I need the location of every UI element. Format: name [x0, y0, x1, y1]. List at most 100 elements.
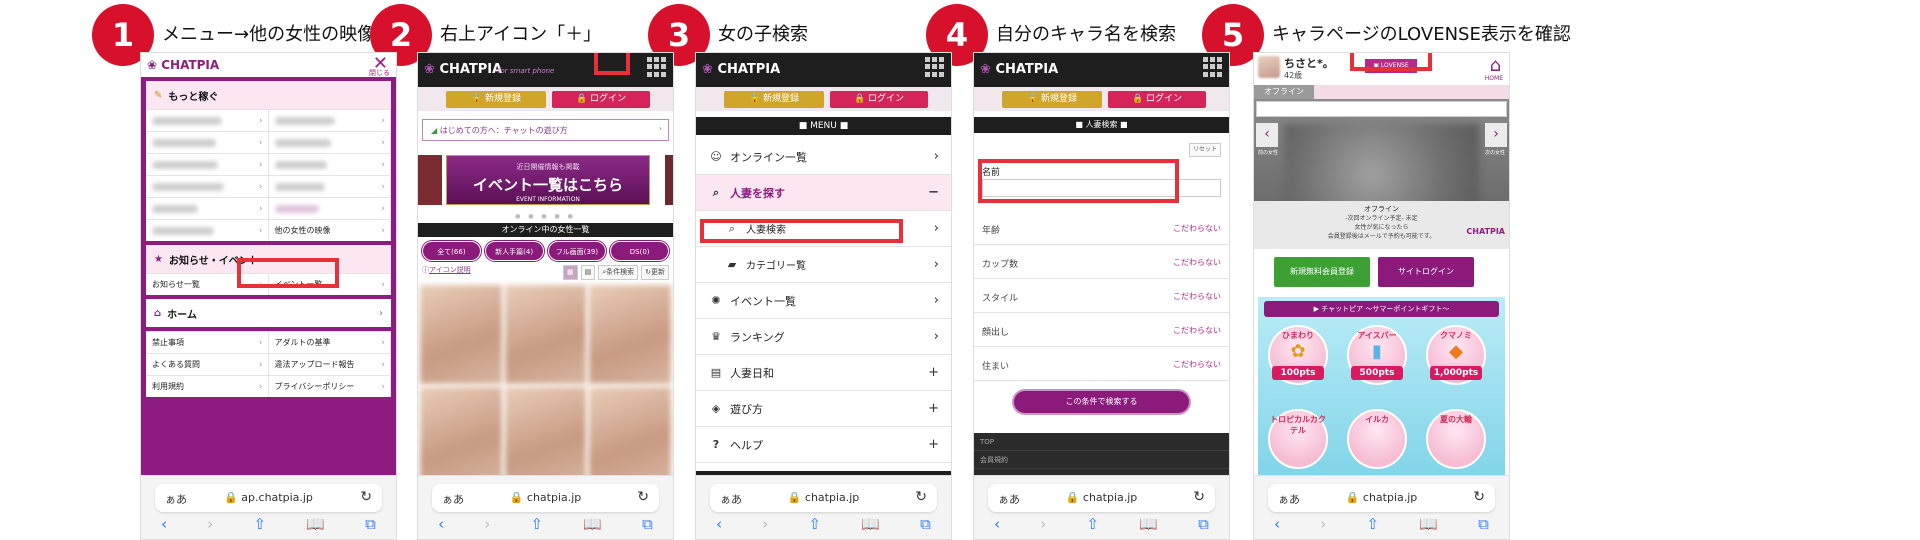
tabs-icon[interactable]: ⧉ [1478, 515, 1489, 535]
filter-style[interactable]: スタイル こだわらない [974, 279, 1229, 313]
chatpia-logo[interactable]: ❀ CHATPIA [424, 62, 502, 77]
menu-link[interactable]: › [146, 131, 269, 153]
tabs-icon[interactable]: ⧉ [920, 515, 931, 535]
chatpia-logo[interactable]: ❀ CHATPIA [980, 62, 1058, 77]
beginner-link[interactable]: ◢ はじめての方へ：チャットの遊び方 › [422, 119, 669, 141]
search-submit-button[interactable]: この条件で検索する [1014, 391, 1189, 413]
next-performer-button[interactable]: › [1485, 123, 1507, 147]
menu-item-category[interactable]: ▰ カテゴリー覧 › [696, 247, 951, 283]
menu-link[interactable]: › [268, 197, 391, 219]
menu-link[interactable]: 利用規約 › [146, 375, 269, 397]
forward-icon[interactable]: › [762, 515, 768, 535]
bookmarks-icon[interactable]: 📖 [1139, 515, 1158, 535]
reload-icon[interactable]: ↻ [915, 489, 927, 505]
menu-link-other-women-video[interactable]: 他の女性の映像 › [268, 219, 391, 241]
menu-link[interactable]: よくある質問 › [146, 353, 269, 375]
carousel-prev-banner[interactable] [418, 155, 442, 205]
login-button[interactable]: 🔒 ログイン [1108, 91, 1206, 108]
bookmarks-icon[interactable]: 📖 [861, 515, 880, 535]
refresh-button[interactable]: ↻更新 [641, 265, 669, 280]
performer-thumbnail[interactable] [420, 285, 502, 384]
share-icon[interactable]: ⇧ [1087, 515, 1100, 535]
address-bar[interactable]: ぁあ 🔒 chatpia.jp ↻ [988, 484, 1215, 512]
menu-item-find-wives[interactable]: ⌕ 人妻を探す − [696, 175, 951, 211]
list-view-icon[interactable]: ▤ [580, 265, 596, 280]
back-icon[interactable]: ‹ [716, 515, 722, 535]
signup-button[interactable]: 新規無料会員登録 [1274, 257, 1370, 287]
share-icon[interactable]: ⇧ [809, 515, 822, 535]
menu-link[interactable]: › [268, 109, 391, 131]
condition-search-button[interactable]: ⌕条件検索 [598, 265, 639, 280]
menu-grid-icon[interactable] [647, 57, 667, 77]
icon-help-link[interactable]: ⓘアイコン説明 [422, 266, 471, 274]
bookmarks-icon[interactable]: 📖 [306, 515, 325, 535]
performer-thumbnail[interactable] [420, 386, 502, 485]
menu-link[interactable]: 違法アップロード報告 › [268, 353, 391, 375]
back-icon[interactable]: ‹ [161, 515, 167, 535]
footer-link[interactable]: TOP [974, 433, 1229, 451]
home-icon[interactable]: ⌂ [1490, 55, 1501, 76]
filter-age[interactable]: 年齢 こだわらない [974, 211, 1229, 245]
menu-link[interactable]: › [268, 175, 391, 197]
menu-grid-icon[interactable] [1203, 57, 1223, 77]
register-button[interactable]: 🔒 新規登録 [1002, 91, 1102, 108]
filter-pill[interactable]: DS(0) [610, 241, 669, 261]
chatpia-logo[interactable]: ❀ CHATPIA [702, 62, 780, 77]
reload-icon[interactable]: ↻ [1193, 489, 1205, 505]
reset-button[interactable]: リセット [1189, 143, 1221, 157]
site-login-button[interactable]: サイトログイン [1378, 257, 1474, 287]
menu-link[interactable]: › [146, 175, 269, 197]
performer-thumbnail[interactable] [589, 386, 671, 485]
share-icon[interactable]: ⇧ [1367, 515, 1380, 535]
forward-icon[interactable]: › [1320, 515, 1326, 535]
menu-item-diary[interactable]: ▤ 人妻日和 + [696, 355, 951, 391]
back-icon[interactable]: ‹ [994, 515, 1000, 535]
menu-item-howto[interactable]: ◈ 遊び方 + [696, 391, 951, 427]
forward-icon[interactable]: › [1040, 515, 1046, 535]
filter-residence[interactable]: 住まい こだわらない [974, 347, 1229, 381]
forward-icon[interactable]: › [484, 515, 490, 535]
address-bar[interactable]: ぁあ 🔒 chatpia.jp ↻ [432, 484, 659, 512]
share-icon[interactable]: ⇧ [531, 515, 544, 535]
tabs-icon[interactable]: ⧉ [365, 515, 376, 535]
event-banner[interactable]: 近日開催情報も掲載 イベント一覧はこちら EVENT INFORMATION [446, 155, 650, 205]
reload-icon[interactable]: ↻ [360, 489, 372, 505]
menu-item-events[interactable]: ✺ イベント一覧 › [696, 283, 951, 319]
filter-pill[interactable]: 全て(66) [422, 241, 481, 261]
back-icon[interactable]: ‹ [438, 515, 444, 535]
menu-link[interactable]: › [146, 197, 269, 219]
menu-grid-icon[interactable] [925, 57, 945, 77]
bookmarks-icon[interactable]: 📖 [1419, 515, 1438, 535]
carousel-dots[interactable]: ● ● ● ● ● [418, 213, 673, 220]
menu-link[interactable]: › [268, 153, 391, 175]
register-button[interactable]: 🔒 新規登録 [724, 91, 824, 108]
reload-icon[interactable]: ↻ [1473, 489, 1485, 505]
bookmarks-icon[interactable]: 📖 [583, 515, 602, 535]
share-icon[interactable]: ⇧ [254, 515, 267, 535]
menu-link[interactable]: › [146, 219, 269, 241]
login-button[interactable]: 🔒 ログイン [830, 91, 928, 108]
filter-pill[interactable]: フル画面(39) [547, 241, 607, 261]
tabs-icon[interactable]: ⧉ [642, 515, 653, 535]
menu-link[interactable]: 禁止事項 › [146, 331, 269, 353]
menu-link[interactable]: › [268, 131, 391, 153]
back-icon[interactable]: ‹ [1274, 515, 1280, 535]
menu-link[interactable]: › [146, 153, 269, 175]
menu-item-help[interactable]: ? ヘルプ + [696, 427, 951, 463]
performer-thumbnail[interactable] [504, 285, 587, 384]
filter-pill[interactable]: 新人手篇(4) [484, 241, 544, 261]
login-button[interactable]: 🔒 ログイン [552, 91, 650, 108]
menu-link[interactable]: › [146, 109, 269, 131]
address-bar[interactable]: ぁあ 🔒 chatpia.jp ↻ [1268, 484, 1495, 512]
forward-icon[interactable]: › [207, 515, 213, 535]
menu-item-online-list[interactable]: ☺ オンライン一覧 › [696, 139, 951, 175]
menu-link[interactable]: プライバシーポリシー › [268, 375, 391, 397]
address-bar[interactable]: ぁあ 🔒 ap.chatpia.jp ↻ [155, 484, 382, 512]
menu-item-ranking[interactable]: ♛ ランキング › [696, 319, 951, 355]
address-bar[interactable]: ぁあ 🔒 chatpia.jp ↻ [710, 484, 937, 512]
menu-section-home[interactable]: ⌂ ホーム › [146, 299, 391, 327]
campaign-banner[interactable]: ▶ チャットピア 〜サマーポイントギフト〜 ひまわり ✿ 100pts アイスバ… [1258, 297, 1505, 487]
prev-performer-button[interactable]: ‹ [1256, 123, 1278, 147]
grid-view-icon[interactable]: ▦ [562, 265, 578, 280]
menu-link[interactable]: アダルトの基準 › [268, 331, 391, 353]
